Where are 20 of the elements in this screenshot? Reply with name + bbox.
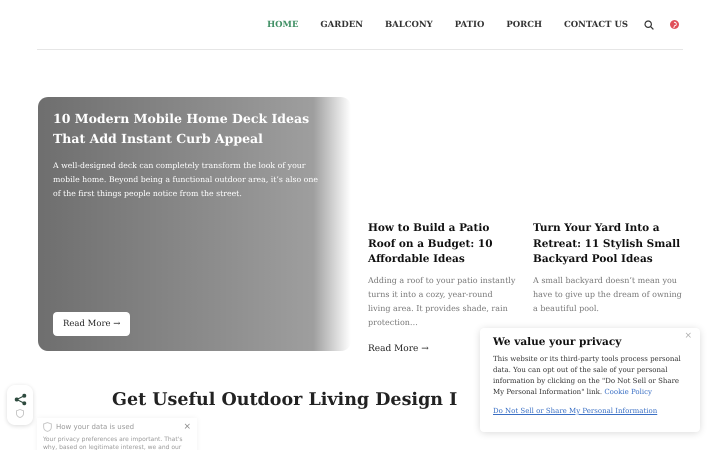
section-heading: Get Useful Outdoor Living Design I bbox=[112, 390, 458, 410]
search-icon[interactable] bbox=[644, 20, 654, 30]
share-button[interactable] bbox=[7, 385, 33, 425]
shield-icon bbox=[43, 422, 52, 432]
nav-link[interactable]: PATIO bbox=[454, 20, 484, 30]
nav-link[interactable]: PORCH bbox=[506, 20, 542, 30]
featured-title[interactable]: 10 Modern Mobile Home Deck Ideas That Add Instant Curb Appeal bbox=[53, 109, 325, 149]
nav-link[interactable]: GARDEN bbox=[320, 20, 363, 30]
popup-title: We value your privacy bbox=[493, 336, 623, 348]
post-title[interactable]: Turn Your Yard Into a Retreat: 11 Stylish Small Backyard Pool Ideas bbox=[533, 221, 684, 268]
post-excerpt: Adding a roof to your patio instantly turns it into a cozy, year-round living area. It provides shade, rain protection… bbox=[368, 274, 516, 329]
shield-icon bbox=[16, 408, 24, 418]
post-title[interactable]: How to Build a Patio Roof on a Budget: 10 Affordable Ideas bbox=[368, 221, 516, 268]
nav-link[interactable]: HOME bbox=[267, 20, 298, 30]
read-more-button[interactable]: Read More → bbox=[53, 312, 130, 336]
share-icon bbox=[14, 392, 26, 406]
nav-link[interactable]: CONTACT US bbox=[564, 20, 628, 30]
close-button[interactable]: × bbox=[183, 422, 191, 432]
post-excerpt: A small backyard doesn’t mean you have to give up the dream of owning a beautiful pool. bbox=[533, 274, 683, 315]
nav-link[interactable]: BALCONY bbox=[384, 20, 433, 30]
